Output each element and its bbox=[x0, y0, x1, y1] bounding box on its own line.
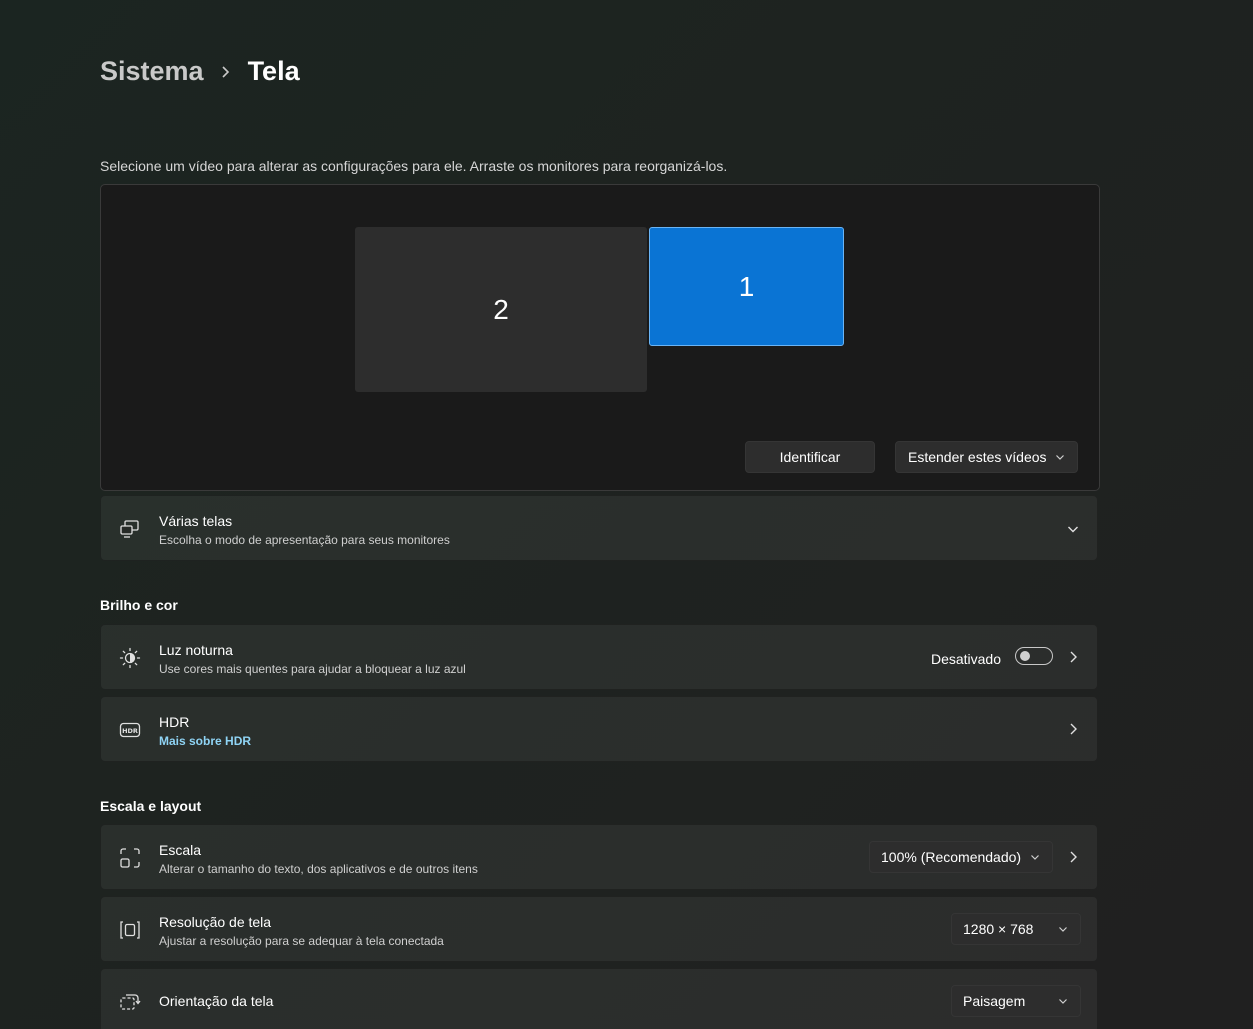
svg-text:HDR: HDR bbox=[122, 727, 138, 735]
chevron-right-icon bbox=[220, 65, 230, 79]
night-light-status: Desativado bbox=[930, 651, 1001, 667]
hdr-card[interactable]: HDR HDR Mais sobre HDR bbox=[100, 696, 1098, 762]
scale-card[interactable]: Escala Alterar o tamanho do texto, dos a… bbox=[100, 824, 1098, 890]
orientation-card[interactable]: Orientação da tela Paisagem bbox=[100, 968, 1098, 1029]
scale-title: Escala bbox=[159, 842, 202, 858]
arrangement-instruction: Selecione um vídeo para alterar as confi… bbox=[100, 158, 728, 174]
chevron-right-icon bbox=[1067, 650, 1079, 664]
identify-button[interactable]: Identificar bbox=[745, 441, 875, 473]
display-mode-dropdown[interactable]: Estender estes vídeos bbox=[895, 441, 1078, 473]
resolution-title: Resolução de tela bbox=[159, 914, 272, 930]
resolution-subtitle: Ajustar a resolução para se adequar à te… bbox=[159, 934, 444, 948]
multiple-displays-subtitle: Escolha o modo de apresentação para seus… bbox=[159, 533, 450, 547]
chevron-right-icon bbox=[1067, 722, 1079, 736]
resolution-icon bbox=[119, 919, 141, 941]
scale-subtitle: Alterar o tamanho do texto, dos aplicati… bbox=[159, 862, 478, 876]
night-light-card[interactable]: Luz noturna Use cores mais quentes para … bbox=[100, 624, 1098, 690]
orientation-icon bbox=[119, 991, 141, 1013]
scale-icon bbox=[119, 847, 141, 869]
chevron-down-icon bbox=[1055, 452, 1065, 462]
toggle-knob bbox=[1020, 651, 1030, 661]
chevron-down-icon bbox=[1058, 924, 1068, 934]
monitor-label: 2 bbox=[493, 293, 509, 325]
night-light-toggle[interactable] bbox=[1015, 647, 1053, 665]
multiple-displays-icon bbox=[119, 518, 141, 540]
scale-value: 100% (Recomendado) bbox=[881, 849, 1022, 865]
chevron-down-icon bbox=[1030, 852, 1040, 862]
chevron-right-icon bbox=[1067, 850, 1079, 864]
multiple-displays-title: Várias telas bbox=[159, 513, 233, 529]
night-light-subtitle: Use cores mais quentes para ajudar a blo… bbox=[159, 662, 466, 676]
orientation-dropdown[interactable]: Paisagem bbox=[951, 985, 1081, 1017]
breadcrumb: Sistema Tela bbox=[100, 56, 300, 87]
display-settings-page: Sistema Tela Selecione um vídeo para alt… bbox=[0, 0, 1253, 1029]
identify-button-label: Identificar bbox=[779, 449, 841, 465]
orientation-value: Paisagem bbox=[963, 993, 1026, 1009]
night-light-icon bbox=[119, 647, 141, 669]
display-mode-value: Estender estes vídeos bbox=[908, 449, 1047, 465]
hdr-icon: HDR bbox=[119, 719, 141, 741]
scale-section-heading: Escala e layout bbox=[100, 798, 202, 814]
page-title: Tela bbox=[247, 56, 300, 86]
hdr-title: HDR bbox=[159, 714, 190, 730]
brightness-section-heading: Brilho e cor bbox=[100, 597, 178, 613]
monitor-arrangement-area: 2 1 Identificar Estender estes vídeos bbox=[100, 184, 1100, 491]
monitor-2[interactable]: 2 bbox=[355, 227, 647, 392]
scale-dropdown[interactable]: 100% (Recomendado) bbox=[869, 841, 1053, 873]
resolution-card[interactable]: Resolução de tela Ajustar a resolução pa… bbox=[100, 896, 1098, 962]
orientation-title: Orientação da tela bbox=[159, 993, 274, 1009]
chevron-down-icon bbox=[1058, 996, 1068, 1006]
chevron-down-icon[interactable] bbox=[1067, 523, 1079, 535]
night-light-title: Luz noturna bbox=[159, 642, 233, 658]
breadcrumb-system-link[interactable]: Sistema bbox=[100, 56, 204, 87]
multiple-displays-card[interactable]: Várias telas Escolha o modo de apresenta… bbox=[100, 495, 1098, 561]
resolution-dropdown[interactable]: 1280 × 768 bbox=[951, 913, 1081, 945]
resolution-value: 1280 × 768 bbox=[963, 921, 1034, 937]
hdr-more-link[interactable]: Mais sobre HDR bbox=[159, 734, 251, 748]
monitor-1[interactable]: 1 bbox=[649, 227, 844, 346]
monitor-label: 1 bbox=[738, 270, 755, 302]
